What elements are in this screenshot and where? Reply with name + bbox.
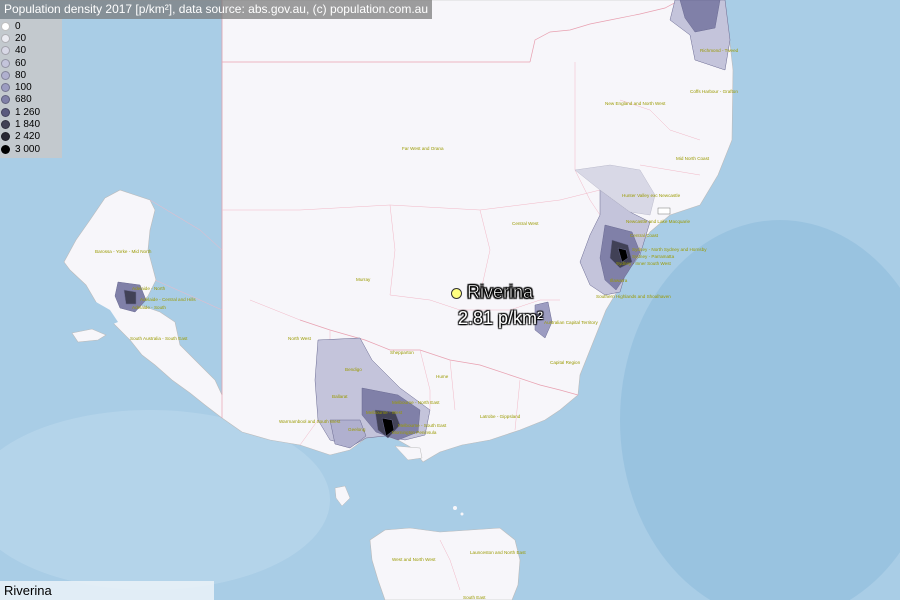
region-label: Ballarat [332, 394, 348, 399]
legend-swatch [1, 33, 10, 43]
legend-swatch [1, 132, 10, 142]
region-label: Hume [436, 374, 449, 379]
island [460, 512, 464, 516]
region-label: Melbourne - North East [392, 400, 440, 405]
legend-label: 1 840 [15, 119, 41, 131]
legend-label: 100 [15, 82, 32, 94]
region-label: Melbourne - West [366, 410, 403, 415]
legend-swatch [1, 70, 10, 80]
legend-item: 3 000 [0, 143, 62, 155]
region-label: Far West and Orana [402, 146, 444, 151]
footer-region-name: Riverina [0, 581, 214, 600]
region-label: Adelaide - Central and Hills [140, 297, 196, 302]
legend-item: 2 420 [0, 131, 62, 143]
legend-label: 80 [15, 69, 27, 81]
region-label: Latrobe - Gippsland [480, 414, 521, 419]
region-label: South East [463, 595, 486, 600]
legend-swatch [1, 95, 10, 105]
map-title: Population density 2017 [p/km²], data so… [0, 0, 433, 19]
legend-label: 680 [15, 94, 32, 106]
region-label: Illawarra [610, 278, 628, 283]
legend-item: 40 [0, 45, 62, 57]
legend-label: 20 [15, 32, 27, 44]
region-label: Sydney - North Sydney and Hornsby [632, 247, 707, 252]
region-label: South Australia - South East [130, 336, 188, 341]
map-canvas[interactable]: Barossa - Yorke - Mid North Far West and… [0, 0, 900, 600]
legend-swatch [1, 107, 10, 117]
region-label: Southern Highlands and Shoalhaven [596, 294, 671, 299]
region-label: Barossa - Yorke - Mid North [95, 249, 152, 254]
region-label: Mid North Coast [676, 156, 710, 161]
legend-item: 100 [0, 81, 62, 93]
legend-item: 20 [0, 32, 62, 44]
region-label: New England and North West [605, 101, 666, 106]
region-label: Murray [356, 277, 371, 282]
region-label: Launceston and North East [470, 550, 526, 555]
region-label: Central West [512, 221, 539, 226]
region-label: Central Coast [630, 233, 659, 238]
legend-label: 3 000 [15, 143, 41, 155]
island [453, 506, 457, 510]
legend-label: 40 [15, 45, 27, 57]
city-marker [657, 207, 671, 215]
legend-swatch [1, 21, 10, 31]
region-label: Hunter Valley exc Newcastle [622, 193, 681, 198]
legend: 0 20 40 60 80 100 680 1 260 1 840 2 420 3 000 [0, 19, 62, 159]
legend-swatch [1, 46, 10, 56]
legend-swatch [1, 83, 10, 93]
selected-region-dot [451, 288, 462, 299]
legend-swatch [1, 58, 10, 68]
region-label: Mornington Peninsula [392, 430, 437, 435]
region-label: Geelong [348, 427, 366, 432]
legend-item: 60 [0, 57, 62, 69]
legend-item: 1 260 [0, 106, 62, 118]
region-label: West and North West [392, 557, 436, 562]
region-label: Adelaide - North [132, 286, 166, 291]
legend-label: 2 420 [15, 131, 41, 143]
region-label: Coffs Harbour - Grafton [690, 89, 738, 94]
legend-swatch [1, 144, 10, 154]
region-label: Bendigo [345, 367, 362, 372]
legend-item: 80 [0, 69, 62, 81]
legend-item: 680 [0, 94, 62, 106]
region-label: Shepparton [390, 350, 414, 355]
region-label: Newcastle and Lake Macquarie [626, 219, 691, 224]
region-label: Sydney - Parramatta [632, 254, 675, 259]
region-label: Sydney - Inner South West [616, 261, 672, 266]
region-label: Australian Capital Territory [544, 320, 598, 325]
legend-item: 1 840 [0, 118, 62, 130]
region-label: Warrnambool and South West [279, 419, 341, 424]
region-label: Melbourne - South East [398, 423, 447, 428]
selected-region-name: Riverina [467, 282, 534, 303]
tasmania[interactable] [369, 527, 521, 600]
region-label: Capital Region [550, 360, 581, 365]
legend-label: 0 [15, 20, 21, 32]
legend-item: 0 [0, 20, 62, 32]
region-label: Richmond - Tweed [700, 48, 739, 53]
legend-label: 1 260 [15, 106, 41, 118]
region-label: Adelaide - South [132, 305, 166, 310]
legend-label: 60 [15, 57, 27, 69]
selected-region-density: 2.81 p/km² [458, 308, 544, 328]
legend-swatch [1, 120, 10, 130]
region-label: North West [288, 336, 312, 341]
